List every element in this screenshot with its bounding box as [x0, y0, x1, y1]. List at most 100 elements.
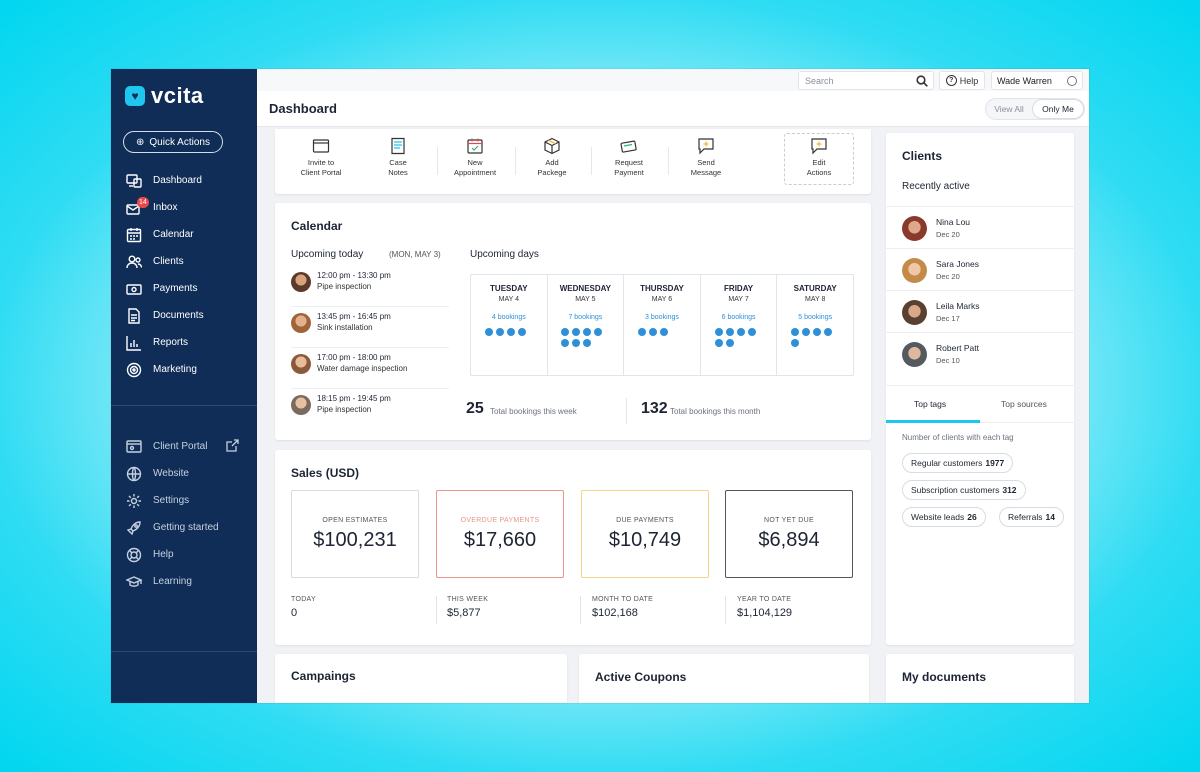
sidebar-item-dashboard[interactable]: Dashboard — [111, 167, 257, 194]
sidebar-item-calendar[interactable]: Calendar — [111, 221, 257, 248]
tag-chip[interactable]: Referrals14 — [999, 507, 1064, 527]
day-column[interactable]: WEDNESDAY MAY 5 7 bookings — [548, 275, 625, 375]
day-column[interactable]: THURSDAY MAY 6 3 bookings — [624, 275, 701, 375]
send-message-button[interactable]: Send Message — [671, 137, 741, 178]
overdue-payments-box[interactable]: OVERDUE PAYMENTS $17,660 — [436, 490, 564, 578]
sidebar-item-label: Website — [153, 468, 189, 479]
booking-dot — [726, 339, 734, 347]
sidebar-item-reports[interactable]: Reports — [111, 329, 257, 356]
search-input[interactable]: Search — [798, 71, 934, 90]
appointment-item[interactable]: 18:15 pm - 19:45 pm Pipe inspection — [291, 390, 449, 430]
day-bookings-link[interactable]: 4 bookings — [471, 314, 547, 321]
appointment-desc: Pipe inspection — [317, 282, 371, 291]
sidebar-item-website[interactable]: Website — [111, 460, 257, 487]
invite-client-portal-button[interactable]: Invite to Client Portal — [286, 137, 356, 178]
add-package-button[interactable]: Add Packege — [517, 137, 587, 178]
external-link-icon[interactable] — [226, 439, 239, 452]
sidebar-item-clients[interactable]: Clients — [111, 248, 257, 275]
edit-actions-button[interactable]: Edit Actions — [784, 137, 854, 178]
day-bookings-link[interactable]: 5 bookings — [777, 314, 853, 321]
booking-dot — [583, 339, 591, 347]
sidebar-item-payments[interactable]: Payments — [111, 275, 257, 302]
tag-count: 14 — [1045, 512, 1054, 522]
period-value: $5,877 — [447, 607, 577, 619]
booking-dot — [496, 328, 504, 336]
only-me-button[interactable]: Only Me — [1032, 99, 1084, 119]
tag-count: 1977 — [985, 458, 1004, 468]
day-bookings-link[interactable]: 7 bookings — [548, 314, 624, 321]
day-column[interactable]: FRIDAY MAY 7 6 bookings — [701, 275, 778, 375]
booking-dot — [638, 328, 646, 336]
tag-count: 26 — [967, 512, 976, 522]
day-name: WEDNESDAY — [548, 284, 624, 293]
booking-dots — [485, 328, 533, 336]
action-label: Message — [671, 168, 741, 178]
sale-label: OPEN ESTIMATES — [292, 517, 418, 524]
tag-chip[interactable]: Subscription customers312 — [902, 480, 1026, 500]
day-bookings-link[interactable]: 6 bookings — [701, 314, 777, 321]
sidebar-item-help[interactable]: Help — [111, 541, 257, 568]
booking-dot — [485, 328, 493, 336]
month-total: 132 — [641, 400, 668, 418]
appointment-item[interactable]: 17:00 pm - 18:00 pm Water damage inspect… — [291, 349, 449, 389]
new-appointment-button[interactable]: New Appointment — [440, 137, 510, 178]
client-row[interactable]: Leila Marks Dec 17 — [886, 290, 1074, 332]
case-notes-button[interactable]: Case Notes — [363, 137, 433, 178]
sale-value: $6,894 — [726, 529, 852, 552]
graduation-cap-icon — [125, 573, 143, 591]
tag-chip[interactable]: Website leads26 — [902, 507, 986, 527]
search-icon[interactable] — [916, 75, 928, 87]
client-row[interactable]: Sara Jones Dec 20 — [886, 248, 1074, 290]
appointment-item[interactable]: 12:00 pm - 13:30 pm Pipe inspection — [291, 267, 449, 307]
client-row[interactable]: Nina Lou Dec 20 — [886, 206, 1074, 248]
booking-dot — [802, 328, 810, 336]
action-label: Send — [671, 158, 741, 168]
quick-actions-button[interactable]: ⊕ Quick Actions — [123, 131, 223, 153]
sidebar-item-learning[interactable]: Learning — [111, 568, 257, 595]
tags-tabs: Top tags Top sources — [886, 385, 1074, 423]
help-button[interactable]: ? Help — [939, 71, 985, 90]
sidebar-item-label: Reports — [153, 337, 188, 348]
tab-top-tags[interactable]: Top tags — [914, 399, 946, 409]
not-yet-due-box[interactable]: NOT YET DUE $6,894 — [725, 490, 853, 578]
appointment-desc: Water damage inspection — [317, 364, 407, 373]
period-month-to-date: MONTH TO DATE $102,168 — [592, 596, 722, 619]
search-placeholder: Search — [805, 76, 834, 86]
client-row[interactable]: Robert Patt Dec 10 — [886, 332, 1074, 374]
sidebar-item-label: Documents — [153, 310, 204, 321]
client-date: Dec 10 — [936, 356, 960, 365]
top-bar: Search ? Help Wade Warren — [257, 69, 1089, 91]
appointment-desc: Sink installation — [317, 323, 373, 332]
user-menu[interactable]: Wade Warren — [991, 71, 1083, 90]
dashboard-icon — [125, 172, 143, 190]
notes-icon — [389, 137, 407, 155]
logo[interactable]: ♥ vcita — [125, 83, 204, 109]
request-payment-button[interactable]: Request Payment — [594, 137, 664, 178]
sidebar-item-inbox[interactable]: 14 Inbox — [111, 194, 257, 221]
period-separator — [725, 596, 726, 624]
sidebar-item-client-portal[interactable]: Client Portal — [111, 433, 257, 460]
tag-chip[interactable]: Regular customers1977 — [902, 453, 1013, 473]
tags-description: Number of clients with each tag — [902, 433, 1014, 442]
payments-icon — [125, 280, 143, 298]
client-date: Dec 17 — [936, 314, 960, 323]
day-column[interactable]: SATURDAY MAY 8 5 bookings — [777, 275, 853, 375]
sidebar-item-documents[interactable]: Documents — [111, 302, 257, 329]
day-bookings-link[interactable]: 3 bookings — [624, 314, 700, 321]
view-all-button[interactable]: View All — [986, 104, 1032, 114]
day-column[interactable]: TUESDAY MAY 4 4 bookings — [471, 275, 548, 375]
week-total: 25 — [466, 400, 484, 418]
vcita-logo-icon: ♥ — [125, 86, 145, 106]
appointment-time: 12:00 pm - 13:30 pm — [317, 271, 391, 280]
appointment-item[interactable]: 13:45 pm - 16:45 pm Sink installation — [291, 308, 449, 348]
open-estimates-box[interactable]: OPEN ESTIMATES $100,231 — [291, 490, 419, 578]
action-label: Client Portal — [286, 168, 356, 178]
sidebar-item-settings[interactable]: Settings — [111, 487, 257, 514]
period-this-week: THIS WEEK $5,877 — [447, 596, 577, 619]
sidebar-item-marketing[interactable]: Marketing — [111, 356, 257, 383]
appointment-time: 13:45 pm - 16:45 pm — [317, 312, 391, 321]
sidebar-item-getting-started[interactable]: Getting started — [111, 514, 257, 541]
page-header: Dashboard View All Only Me — [257, 91, 1089, 127]
tab-top-sources[interactable]: Top sources — [1001, 399, 1047, 409]
due-payments-box[interactable]: DUE PAYMENTS $10,749 — [581, 490, 709, 578]
